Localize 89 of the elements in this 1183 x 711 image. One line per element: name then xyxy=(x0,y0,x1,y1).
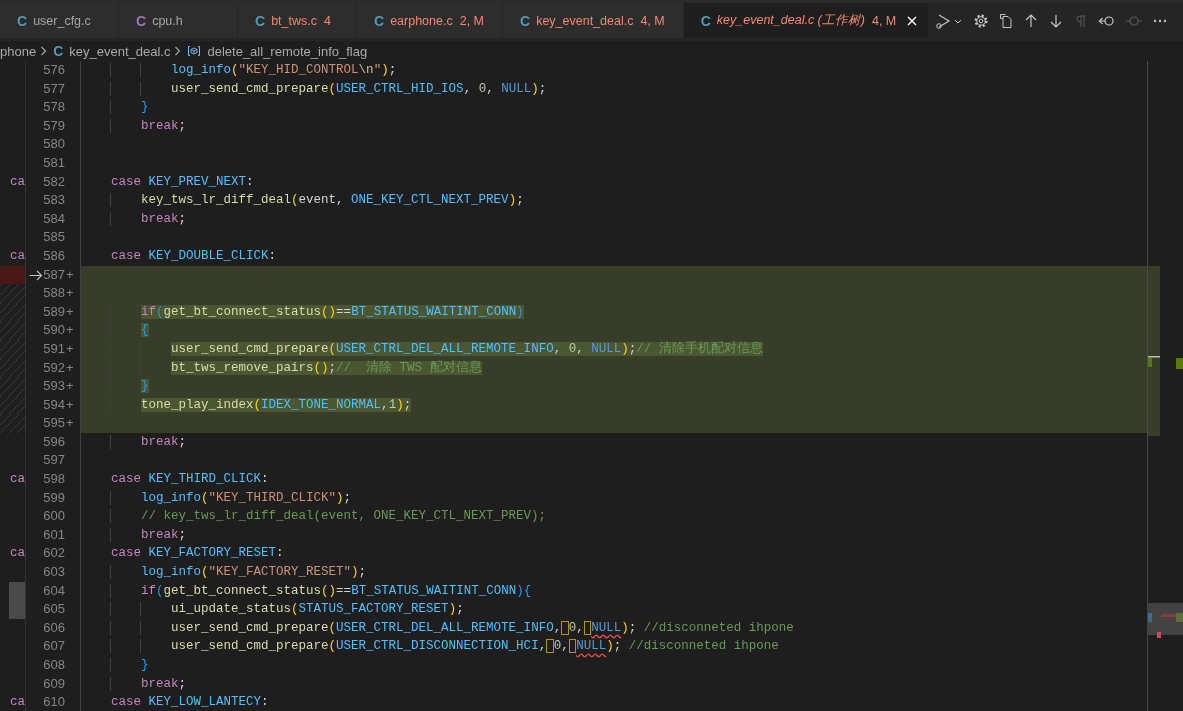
line-number: 608 xyxy=(42,656,65,674)
added-line-marker: + xyxy=(66,358,74,377)
line-number: 580 xyxy=(42,135,65,154)
code-line: ui_update_status(STATUS_FACTORY_RESET); xyxy=(81,602,464,617)
code-line: ca xyxy=(9,695,25,710)
line-number: 587 xyxy=(42,265,65,284)
code-line: break; xyxy=(81,527,187,542)
editor-tab[interactable]: C bt_tws.c 4 xyxy=(238,3,357,38)
code-line: if(get_bt_connect_status()==BT_STATUS_WAITINT_CONN){ xyxy=(81,583,532,598)
line-number: 596 xyxy=(42,432,65,451)
line-number: 600 xyxy=(42,507,65,526)
breadcrumb-item[interactable]: delete_all_remote_info_flag xyxy=(187,43,368,59)
code-line: // key_tws_lr_diff_deal(event, ONE_KEY_CTL_NEXT_PREV); xyxy=(81,509,547,524)
code-line: case KEY_THIRD_CLICK: xyxy=(110,472,269,487)
code-line: ca xyxy=(9,174,25,189)
code-line: break; xyxy=(81,211,187,226)
code-line: key_tws_lr_diff_deal(event, ONE_KEY_CTL_NEXT_PREV); xyxy=(81,193,524,208)
code-line: ca xyxy=(9,472,25,487)
line-number: 598 xyxy=(42,470,65,489)
line-number: 581 xyxy=(42,153,65,172)
line-number: 591 xyxy=(42,339,65,358)
line-number: 584 xyxy=(42,209,65,228)
code-line: log_info("KEY_FACTORY_RESET"); xyxy=(81,565,367,580)
line-number: 578 xyxy=(42,98,65,117)
code-line: break; xyxy=(81,118,187,133)
c-file-icon: C xyxy=(520,12,531,29)
line-number: 589 xyxy=(42,302,65,321)
c-file-icon: C xyxy=(700,12,711,29)
code-line: break; xyxy=(81,676,187,691)
added-line-marker: + xyxy=(66,395,74,414)
added-line-marker: + xyxy=(66,265,74,284)
added-line-marker: + xyxy=(66,302,74,321)
editor-tab[interactable]: C earphone.c 2, M xyxy=(357,3,503,38)
c-file-icon: C xyxy=(136,12,147,29)
code-line: log_info("KEY_THIRD_CLICK"); xyxy=(81,490,352,505)
breadcrumb-item[interactable]: C key_event_deal.c xyxy=(53,43,171,59)
code-line: user_send_cmd_prepare(USER_CTRL_DISCONNECTION_HCI, 0, NULL); //disconneted ihpone xyxy=(81,639,779,654)
editor-tab[interactable]: C key_event_deal.c (工作树) 4, M xyxy=(683,3,930,38)
code-line: { xyxy=(81,323,149,338)
c-file-icon: C xyxy=(53,43,64,59)
code-line: case KEY_PREV_NEXT: xyxy=(110,174,254,189)
line-number: 592 xyxy=(42,358,65,377)
code-line: user_send_cmd_prepare(USER_CTRL_DEL_ALL_REMOTE_INFO, 0, NULL); //disconneted ihpone xyxy=(81,620,794,635)
line-number: 604 xyxy=(42,581,65,600)
line-number: 593 xyxy=(42,377,65,396)
editor-tab[interactable]: C key_event_deal.c 4, M xyxy=(503,3,684,38)
code-line: case KEY_LOW_LANTECY: xyxy=(110,695,269,710)
c-file-icon: C xyxy=(255,12,266,29)
line-number: 582 xyxy=(42,172,65,191)
code-line: user_send_cmd_prepare(USER_CTRL_HID_IOS, 0, NULL); xyxy=(81,81,547,96)
line-number: 609 xyxy=(42,674,65,693)
line-number: 602 xyxy=(42,544,65,563)
line-number: 594 xyxy=(42,395,65,414)
line-number: 585 xyxy=(42,228,65,247)
line-number: 595 xyxy=(42,414,65,433)
added-line-marker: + xyxy=(66,321,74,340)
code-line: ca xyxy=(9,546,25,561)
line-number: 610 xyxy=(42,693,65,711)
code-line: case KEY_FACTORY_RESET: xyxy=(110,546,284,561)
line-number: 599 xyxy=(42,488,65,507)
line-number: 588 xyxy=(42,284,65,303)
added-line-marker: + xyxy=(66,284,74,303)
line-number: 606 xyxy=(42,618,65,637)
line-number: 607 xyxy=(42,637,65,656)
code-line: } xyxy=(81,100,149,115)
added-line-marker: + xyxy=(66,339,74,358)
code-line: } xyxy=(81,658,149,672)
code-line: ca xyxy=(9,248,25,263)
line-number: 597 xyxy=(42,451,65,470)
line-number: 590 xyxy=(42,321,65,340)
line-number: 577 xyxy=(42,79,65,98)
code-line: log_info("KEY_HID_CONTROL\n"); xyxy=(81,63,397,77)
added-line-marker: + xyxy=(66,414,74,433)
added-line-marker: + xyxy=(66,377,74,396)
line-number: 576 xyxy=(42,61,65,79)
line-number: 579 xyxy=(42,116,65,135)
line-number: 586 xyxy=(42,246,65,265)
line-number: 601 xyxy=(42,525,65,544)
code-line: case KEY_DOUBLE_CLICK: xyxy=(110,248,277,263)
code-line: break; xyxy=(81,434,187,449)
editor-tab[interactable]: C cpu.h xyxy=(119,3,238,38)
line-number: 605 xyxy=(42,600,65,619)
line-number: 583 xyxy=(42,191,65,210)
breadcrumb-item[interactable]: phone xyxy=(0,43,37,59)
code-line: } xyxy=(81,379,149,394)
c-file-icon: C xyxy=(17,12,28,29)
c-file-icon: C xyxy=(374,12,385,29)
line-number: 603 xyxy=(42,563,65,582)
editor-tab[interactable]: C user_cfg.c xyxy=(0,3,119,38)
